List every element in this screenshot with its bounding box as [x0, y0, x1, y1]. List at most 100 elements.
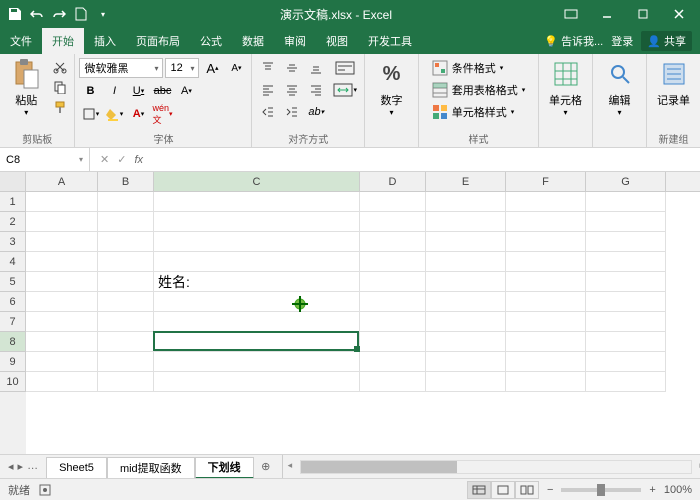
cell-D10[interactable]: [360, 372, 426, 392]
cell-D4[interactable]: [360, 252, 426, 272]
cell-G10[interactable]: [586, 372, 666, 392]
tab-file[interactable]: 文件: [0, 28, 42, 54]
tab-prev-icon[interactable]: ▸: [18, 460, 24, 473]
cell-A7[interactable]: [26, 312, 98, 332]
cell-F2[interactable]: [506, 212, 586, 232]
cells-grid[interactable]: 姓名:: [26, 192, 700, 454]
cell-F8[interactable]: [506, 332, 586, 352]
cell-D5[interactable]: [360, 272, 426, 292]
cell-G5[interactable]: [586, 272, 666, 292]
align-left-icon[interactable]: [257, 80, 279, 100]
new-icon[interactable]: [72, 5, 90, 23]
horizontal-scrollbar[interactable]: ◂ ▸: [300, 460, 692, 474]
strike-button[interactable]: abc: [151, 81, 173, 101]
login-link[interactable]: 登录: [611, 33, 633, 49]
qat-dropdown-icon[interactable]: ▾: [94, 5, 112, 23]
cell-C1[interactable]: [154, 192, 360, 212]
cell-D7[interactable]: [360, 312, 426, 332]
shrink-font-icon[interactable]: A▾: [225, 58, 247, 78]
undo-icon[interactable]: [28, 5, 46, 23]
cell-E4[interactable]: [426, 252, 506, 272]
cell-A9[interactable]: [26, 352, 98, 372]
row-header-2[interactable]: 2: [0, 212, 26, 232]
col-header-B[interactable]: B: [98, 172, 154, 191]
tab-dev[interactable]: 开发工具: [358, 28, 422, 54]
tab-insert[interactable]: 插入: [84, 28, 126, 54]
tab-home[interactable]: 开始: [42, 28, 84, 54]
cell-D6[interactable]: [360, 292, 426, 312]
ribbon-options-icon[interactable]: [554, 3, 588, 25]
cell-B7[interactable]: [98, 312, 154, 332]
row-header-5[interactable]: 5: [0, 272, 26, 292]
col-header-A[interactable]: A: [26, 172, 98, 191]
cell-E9[interactable]: [426, 352, 506, 372]
name-box[interactable]: C8▾: [0, 148, 90, 171]
select-all-corner[interactable]: [0, 172, 26, 191]
zoom-out-icon[interactable]: −: [547, 484, 553, 496]
cell-E7[interactable]: [426, 312, 506, 332]
font-color-a-icon[interactable]: A▾: [175, 81, 197, 101]
cell-F10[interactable]: [506, 372, 586, 392]
fx-icon[interactable]: fx: [134, 154, 143, 166]
tab-first-icon[interactable]: ◂: [8, 460, 14, 473]
border-icon[interactable]: ▾: [79, 104, 101, 124]
cell-B1[interactable]: [98, 192, 154, 212]
cell-F4[interactable]: [506, 252, 586, 272]
maximize-icon[interactable]: [626, 3, 660, 25]
cell-A5[interactable]: [26, 272, 98, 292]
align-center-icon[interactable]: [281, 80, 303, 100]
row-header-10[interactable]: 10: [0, 372, 26, 392]
font-size-combo[interactable]: 12▾: [165, 58, 199, 78]
cell-E2[interactable]: [426, 212, 506, 232]
align-top-icon[interactable]: [257, 58, 279, 78]
cell-G8[interactable]: [586, 332, 666, 352]
row-header-3[interactable]: 3: [0, 232, 26, 252]
sheet-tab-mid[interactable]: mid提取函数: [107, 457, 195, 479]
table-format-button[interactable]: 套用表格格式 ▾: [432, 80, 526, 100]
grow-font-icon[interactable]: A▴: [201, 58, 223, 78]
cell-F7[interactable]: [506, 312, 586, 332]
align-middle-icon[interactable]: [281, 58, 303, 78]
merge-cells-icon[interactable]: ▾: [331, 80, 359, 100]
paste-button[interactable]: 粘贴 ▾: [5, 58, 47, 117]
cell-G9[interactable]: [586, 352, 666, 372]
cell-C7[interactable]: [154, 312, 360, 332]
row-header-4[interactable]: 4: [0, 252, 26, 272]
tab-view[interactable]: 视图: [316, 28, 358, 54]
row-header-8[interactable]: 8: [0, 332, 26, 352]
cell-E8[interactable]: [426, 332, 506, 352]
row-header-1[interactable]: 1: [0, 192, 26, 212]
tab-layout[interactable]: 页面布局: [126, 28, 190, 54]
record-button[interactable]: 记录单: [653, 58, 695, 108]
cell-F6[interactable]: [506, 292, 586, 312]
cell-D9[interactable]: [360, 352, 426, 372]
cell-B6[interactable]: [98, 292, 154, 312]
cell-C3[interactable]: [154, 232, 360, 252]
col-header-C[interactable]: C: [154, 172, 360, 191]
copy-icon[interactable]: [51, 78, 69, 96]
italic-button[interactable]: I: [103, 81, 125, 101]
cells-button[interactable]: 单元格 ▾: [545, 58, 587, 117]
accept-formula-icon[interactable]: ✓: [117, 153, 126, 166]
cell-B4[interactable]: [98, 252, 154, 272]
bold-button[interactable]: B: [79, 81, 101, 101]
cell-A6[interactable]: [26, 292, 98, 312]
cell-A3[interactable]: [26, 232, 98, 252]
cell-A4[interactable]: [26, 252, 98, 272]
cell-A2[interactable]: [26, 212, 98, 232]
font-name-combo[interactable]: 微软雅黑▾: [79, 58, 163, 78]
cell-F9[interactable]: [506, 352, 586, 372]
cell-B9[interactable]: [98, 352, 154, 372]
phonetic-icon[interactable]: wén文▾: [151, 104, 173, 124]
row-header-9[interactable]: 9: [0, 352, 26, 372]
cell-B5[interactable]: [98, 272, 154, 292]
tab-more-icon[interactable]: …: [27, 460, 38, 473]
col-header-F[interactable]: F: [506, 172, 586, 191]
cell-B8[interactable]: [98, 332, 154, 352]
orientation-icon[interactable]: ab▾: [305, 102, 327, 122]
cell-E3[interactable]: [426, 232, 506, 252]
cell-C6[interactable]: [154, 292, 360, 312]
cell-C10[interactable]: [154, 372, 360, 392]
cell-A1[interactable]: [26, 192, 98, 212]
cell-D1[interactable]: [360, 192, 426, 212]
